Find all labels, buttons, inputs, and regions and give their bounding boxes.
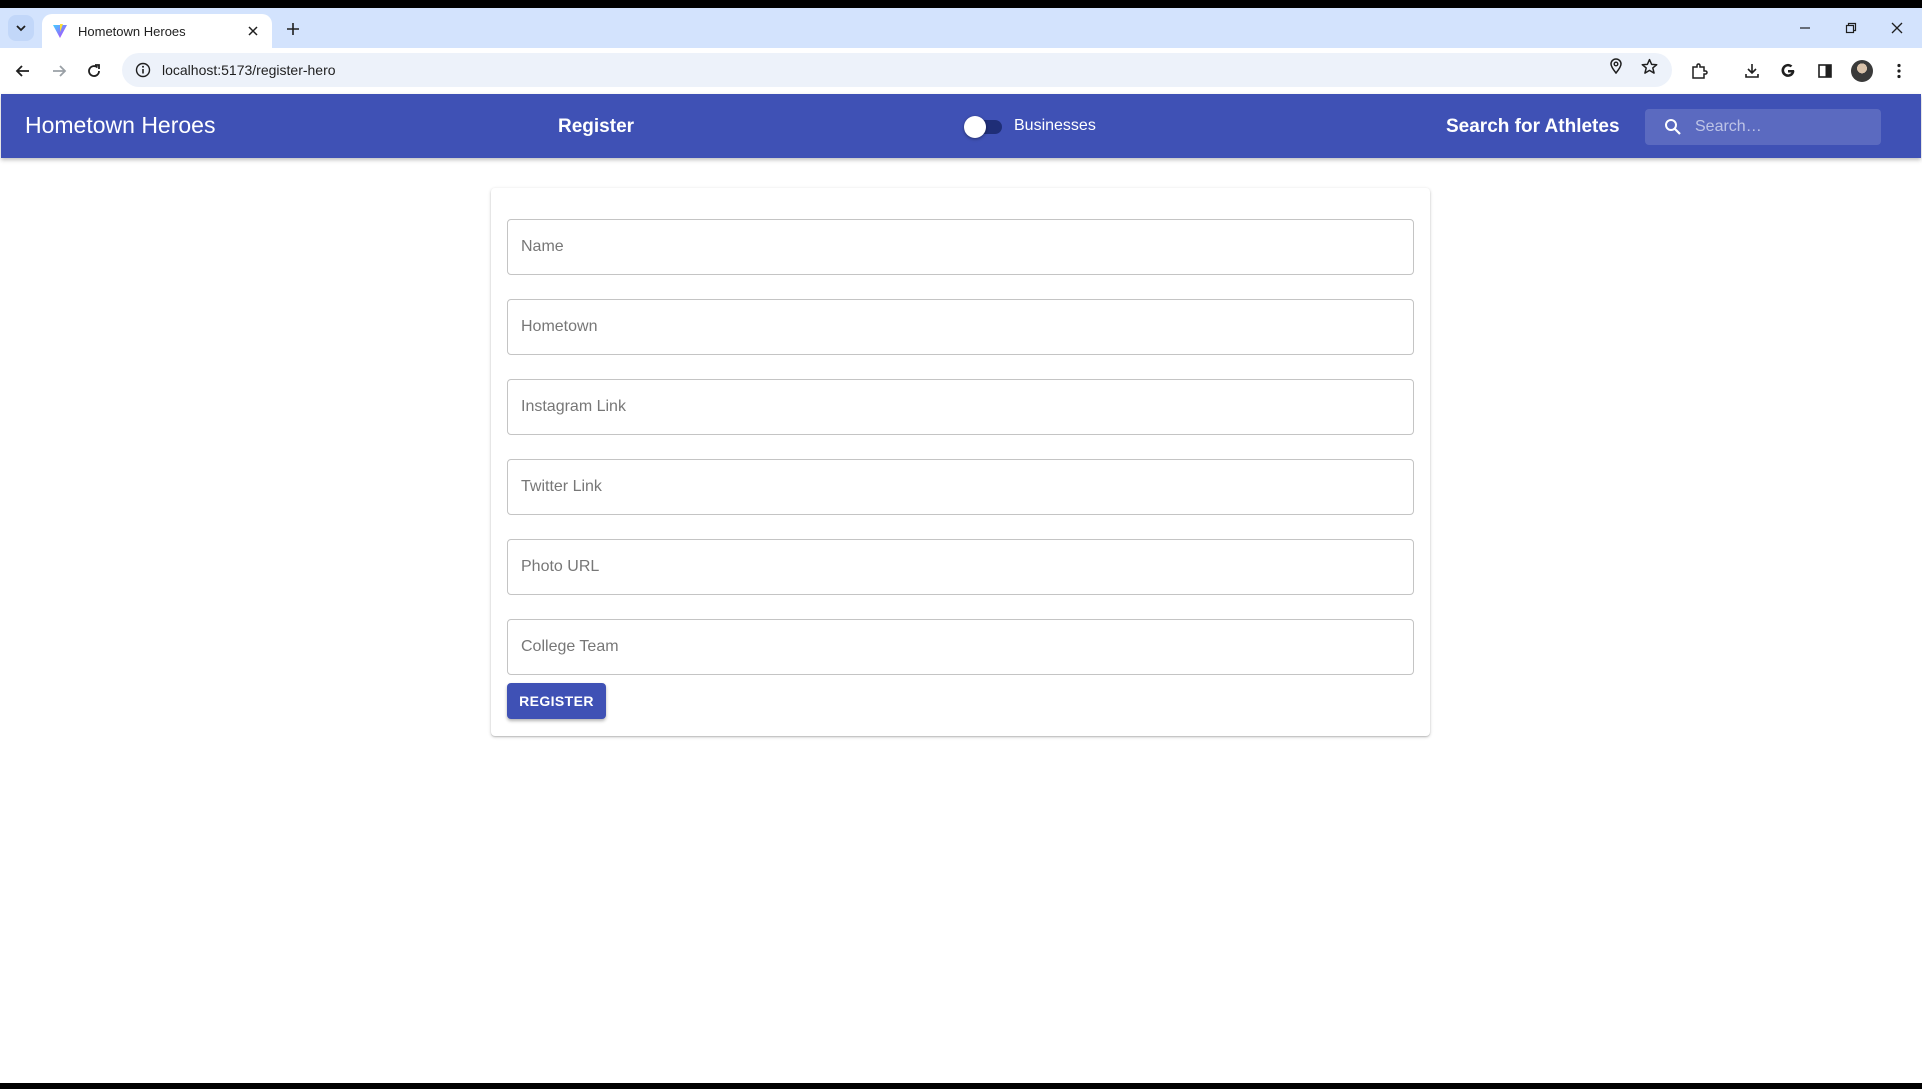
photo-url-input[interactable] [521,558,1413,576]
businesses-toggle[interactable] [964,116,1004,138]
close-icon [1891,22,1903,34]
site-info-icon[interactable] [134,61,152,79]
register-link[interactable]: Register [558,116,634,138]
tab-close-icon[interactable] [244,22,262,40]
close-window-button[interactable] [1884,16,1910,40]
vite-favicon-icon [53,24,67,38]
register-button[interactable]: REGISTER [507,683,606,719]
name-input[interactable] [521,238,1413,256]
url-text[interactable]: localhost:5173/register-hero [162,62,1672,78]
reload-icon [88,64,100,77]
plus-icon [287,23,299,35]
bookmark-star-icon[interactable] [1639,56,1659,76]
tab-strip: Hometown Heroes [0,8,1922,48]
screen-bottom-edge [0,1083,1922,1089]
forward-button[interactable] [45,57,73,85]
browser-toolbar: localhost:5173/register-hero [0,48,1922,94]
browser-window: Hometown Heroes localhost:5173/register-… [0,8,1922,1087]
restore-button[interactable] [1838,16,1864,40]
profile-avatar[interactable] [1851,60,1873,82]
more-menu-icon[interactable] [1888,60,1910,82]
arrow-right-icon [53,65,67,77]
hometown-input[interactable] [521,318,1413,336]
hometown-field[interactable] [507,299,1414,355]
app-title[interactable]: Hometown Heroes [25,112,215,139]
register-form-card: REGISTER [491,188,1430,736]
twitter-field[interactable] [507,459,1414,515]
search-icon [1663,117,1683,137]
tab-title: Hometown Heroes [78,23,186,39]
location-icon[interactable] [1606,56,1626,76]
toggle-thumb [964,116,986,138]
college-team-field[interactable] [507,619,1414,675]
back-button[interactable] [9,57,37,85]
athlete-search-box[interactable] [1645,109,1881,145]
tab-search-button[interactable] [8,15,34,41]
side-panel-icon[interactable] [1814,60,1836,82]
browser-tab[interactable]: Hometown Heroes [42,14,272,48]
reload-button[interactable] [80,57,108,85]
search-input[interactable] [1695,118,1875,136]
instagram-input[interactable] [521,398,1413,416]
extensions-icon[interactable] [1688,60,1710,82]
instagram-field[interactable] [507,379,1414,435]
name-field[interactable] [507,219,1414,275]
chevron-down-icon [16,25,26,32]
photo-url-field[interactable] [507,539,1414,595]
search-athletes-link[interactable]: Search for Athletes [1446,116,1620,138]
new-tab-button[interactable] [282,18,304,40]
college-team-input[interactable] [521,638,1413,656]
app-bar: Hometown Heroes Register Businesses Sear… [1,94,1921,158]
businesses-toggle-label: Businesses [1014,117,1096,134]
minimize-icon [1800,27,1810,29]
google-icon[interactable] [1777,60,1799,82]
minimize-button[interactable] [1792,16,1818,40]
arrow-left-icon [15,65,29,77]
twitter-input[interactable] [521,478,1413,496]
address-bar[interactable]: localhost:5173/register-hero [122,53,1672,87]
restore-icon [1845,22,1857,34]
download-icon[interactable] [1741,60,1763,82]
